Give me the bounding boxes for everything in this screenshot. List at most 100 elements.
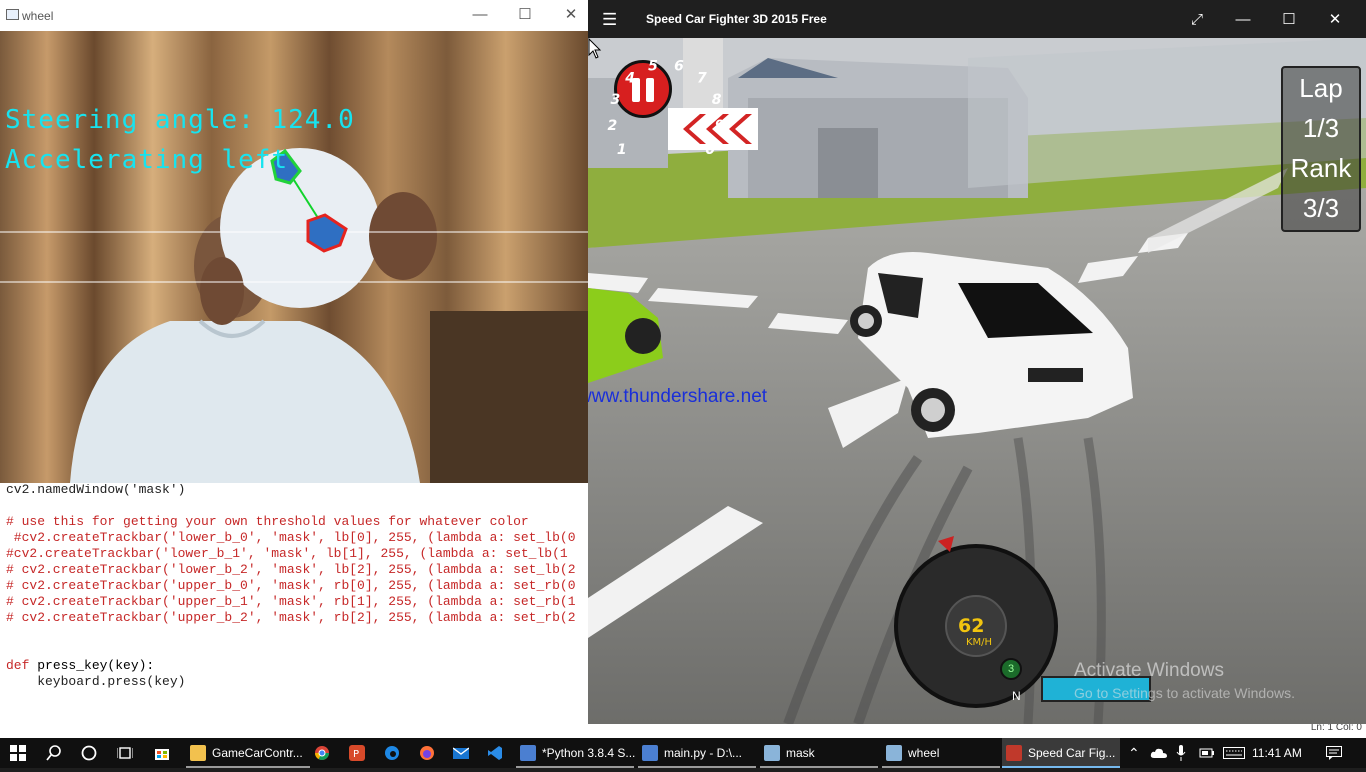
fullscreen-expand-icon[interactable]: ⤢ — [1174, 8, 1220, 32]
show-hidden-icons-chevron-icon[interactable]: ⌃ — [1128, 738, 1140, 768]
minimize-button[interactable]: — — [460, 4, 500, 26]
keyboard-icon[interactable] — [1223, 738, 1245, 768]
game-window-title: Speed Car Fighter 3D 2015 Free — [646, 12, 827, 26]
game-titlebar[interactable]: ☰ Speed Car Fighter 3D 2015 Free ⤢ — ☐ ✕ — [588, 0, 1366, 38]
taskbar-app-mask[interactable]: mask — [760, 738, 878, 768]
code-line[interactable] — [6, 498, 576, 514]
taskbar-app-python-shell[interactable]: *Python 3.8.4 S... — [516, 738, 635, 768]
activate-windows-title: Activate Windows — [1074, 660, 1224, 681]
taskbar-app-gamecar[interactable]: GameCarContr... — [186, 738, 310, 768]
rank-label: Rank — [1290, 153, 1352, 183]
steering-angle-text: Steering angle: 124.0 — [5, 105, 355, 135]
dial-number: 7 — [697, 71, 707, 87]
firefox-icon[interactable] — [419, 738, 435, 768]
chrome-icon[interactable] — [314, 738, 330, 768]
code-line-text: # cv2.createTrackbar('upper_b_0', 'mask'… — [6, 578, 576, 593]
close-button[interactable]: ✕ — [551, 4, 591, 26]
system-clock[interactable]: 11:41 AM — [1252, 738, 1302, 768]
close-button[interactable]: ✕ — [1312, 8, 1358, 32]
onedrive-cloud-icon[interactable] — [1150, 738, 1168, 768]
cortana-icon[interactable] — [81, 738, 97, 768]
taskbar: GameCarContr... P *Python 3.8.4 S... mai… — [0, 738, 1366, 768]
maximize-button[interactable]: ☐ — [505, 4, 545, 26]
lap-rank-panel: Lap 1/3 Rank 3/3 — [1281, 66, 1361, 232]
taskbar-app-wheel[interactable]: wheel — [882, 738, 1000, 768]
code-line[interactable]: keyboard.press(key) — [6, 674, 576, 690]
neutral-indicator: N — [1012, 689, 1021, 703]
dial-number: 2 — [608, 118, 618, 134]
mail-icon[interactable] — [452, 738, 470, 768]
mouse-cursor-icon — [588, 38, 602, 59]
folder-icon — [190, 745, 206, 761]
python-icon — [520, 745, 536, 761]
webcam-image — [0, 31, 588, 483]
watermark-text: www.thundershare.net — [588, 386, 768, 407]
activate-windows-subtitle: Go to Settings to activate Windows. — [1074, 685, 1295, 701]
lap-label: Lap — [1299, 73, 1343, 103]
code-line[interactable] — [6, 642, 576, 658]
game-scene[interactable]: Lap 1/3 Rank 3/3 www.thundershare.net 1 2… — [588, 38, 1366, 724]
dial-number: 9 — [715, 118, 725, 134]
minimize-button[interactable]: — — [1220, 8, 1266, 32]
hamburger-menu-icon[interactable]: ☰ — [602, 10, 617, 30]
dial-number: 8 — [712, 92, 722, 108]
dial-number: 1 — [617, 142, 627, 158]
speed-value: 62 — [958, 615, 985, 637]
dial-number: 0 — [705, 142, 715, 158]
code-function-name: press_key(key): — [37, 658, 155, 673]
code-keyword: def — [6, 658, 38, 673]
dial-number: 5 — [648, 59, 658, 75]
windows-start-icon[interactable] — [10, 738, 26, 768]
code-line[interactable]: cv2.namedWindow('mask') — [6, 482, 576, 498]
code-line-text: #cv2.createTrackbar('lower_b_0', 'mask',… — [6, 530, 576, 545]
speedometer: 1 2 345 678 90 — [608, 59, 725, 158]
code-line[interactable]: # cv2.createTrackbar('upper_b_0', 'mask'… — [6, 578, 576, 594]
task-view-icon[interactable] — [116, 738, 134, 768]
code-line[interactable]: # cv2.createTrackbar('upper_b_2', 'mask'… — [6, 610, 576, 626]
window-icon — [886, 745, 902, 761]
python-file-icon — [642, 745, 658, 761]
code-line[interactable]: #cv2.createTrackbar('lower_b_1', 'mask',… — [6, 546, 576, 562]
wheel-window: wheel — ☐ ✕ Steering angle: 124.0 Accele… — [0, 0, 589, 484]
maximize-button[interactable]: ☐ — [1266, 8, 1312, 32]
microphone-icon[interactable] — [1176, 738, 1186, 768]
code-line[interactable]: # cv2.createTrackbar('upper_b_1', 'mask'… — [6, 594, 576, 610]
code-line[interactable]: #cv2.createTrackbar('lower_b_0', 'mask',… — [6, 530, 576, 546]
game-window: ☰ Speed Car Fighter 3D 2015 Free ⤢ — ☐ ✕ — [588, 0, 1366, 724]
code-line-text: # cv2.createTrackbar('upper_b_2', 'mask'… — [6, 610, 576, 625]
editor-status-bar — [0, 722, 1366, 738]
wheel-titlebar[interactable]: wheel — ☐ ✕ — [0, 0, 588, 32]
window-app-icon — [6, 9, 19, 20]
editor-cursor-position: Ln: 1 Col: 0 — [1242, 722, 1362, 736]
vscode-icon[interactable] — [487, 738, 503, 768]
code-line[interactable]: def press_key(key): — [6, 658, 576, 674]
webcam-feed: Steering angle: 124.0 Accelerating left — [0, 31, 588, 483]
code-editor[interactable]: cv2.namedWindow('mask') # use this for ge… — [0, 482, 590, 722]
lap-value: 1/3 — [1302, 113, 1340, 143]
pycharm-icon[interactable]: P — [349, 738, 365, 768]
code-line-text: keyboard.press(key) — [6, 674, 186, 689]
dial-number: 6 — [674, 59, 684, 75]
edge-icon[interactable] — [384, 738, 400, 768]
code-line-text: # cv2.createTrackbar('lower_b_2', 'mask'… — [6, 562, 576, 577]
search-icon[interactable] — [46, 738, 62, 768]
code-text[interactable]: cv2.namedWindow('mask') # use this for ge… — [6, 482, 576, 690]
dial-number: 4 — [624, 71, 635, 87]
code-line-text: cv2.namedWindow('mask') — [6, 482, 186, 497]
code-line-text: #cv2.createTrackbar('lower_b_1', 'mask',… — [6, 546, 568, 561]
gear-indicator: 3 — [1000, 658, 1022, 680]
code-line-text: # cv2.createTrackbar('upper_b_1', 'mask'… — [6, 594, 576, 609]
taskbar-app-main-py[interactable]: main.py - D:\... — [638, 738, 756, 768]
battery-icon[interactable] — [1199, 738, 1215, 768]
svg-text:P: P — [353, 749, 359, 760]
notifications-icon[interactable] — [1326, 738, 1342, 768]
wheel-window-title: wheel — [22, 9, 54, 23]
code-line[interactable]: # cv2.createTrackbar('lower_b_2', 'mask'… — [6, 562, 576, 578]
accelerating-text: Accelerating left — [5, 145, 289, 175]
code-line[interactable]: # use this for getting your own threshol… — [6, 514, 576, 530]
store-icon[interactable] — [154, 738, 170, 768]
game-icon — [1006, 745, 1022, 761]
taskbar-app-speed-car[interactable]: Speed Car Fig... — [1002, 738, 1120, 768]
code-line[interactable] — [6, 626, 576, 642]
dial-number: 3 — [611, 92, 621, 108]
